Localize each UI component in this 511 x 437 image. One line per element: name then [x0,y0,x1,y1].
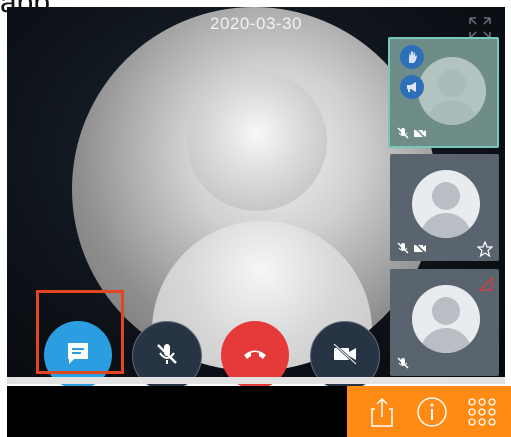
camera-off-icon [413,126,427,140]
avatar-head [187,71,327,211]
mic-off-icon [396,356,410,370]
megaphone-icon [400,75,424,99]
star-outline-icon[interactable] [476,240,494,258]
participant-tile-1[interactable] [388,37,499,148]
divider-strip [7,377,505,384]
avatar [412,285,480,353]
mic-muted-icon [154,341,180,372]
end-call-icon [240,338,270,373]
signal-triangle-icon [478,276,493,291]
call-date: 2020-03-30 [210,14,302,33]
grid-menu-icon[interactable] [465,395,499,429]
hand-raised-icon [400,45,424,69]
camera-off-icon [331,340,359,373]
info-icon[interactable] [415,395,449,429]
toolbar [347,386,511,437]
share-icon[interactable] [365,395,399,429]
avatar [418,57,486,125]
mic-off-icon [396,241,410,255]
main-speaker-avatar [72,7,436,371]
participant-tile-2[interactable] [390,154,499,261]
participant-tile-3[interactable] [390,269,499,376]
camera-off-icon [413,241,427,255]
mic-off-icon [396,126,410,140]
avatar [412,170,480,238]
chat-button-highlight [36,290,124,374]
